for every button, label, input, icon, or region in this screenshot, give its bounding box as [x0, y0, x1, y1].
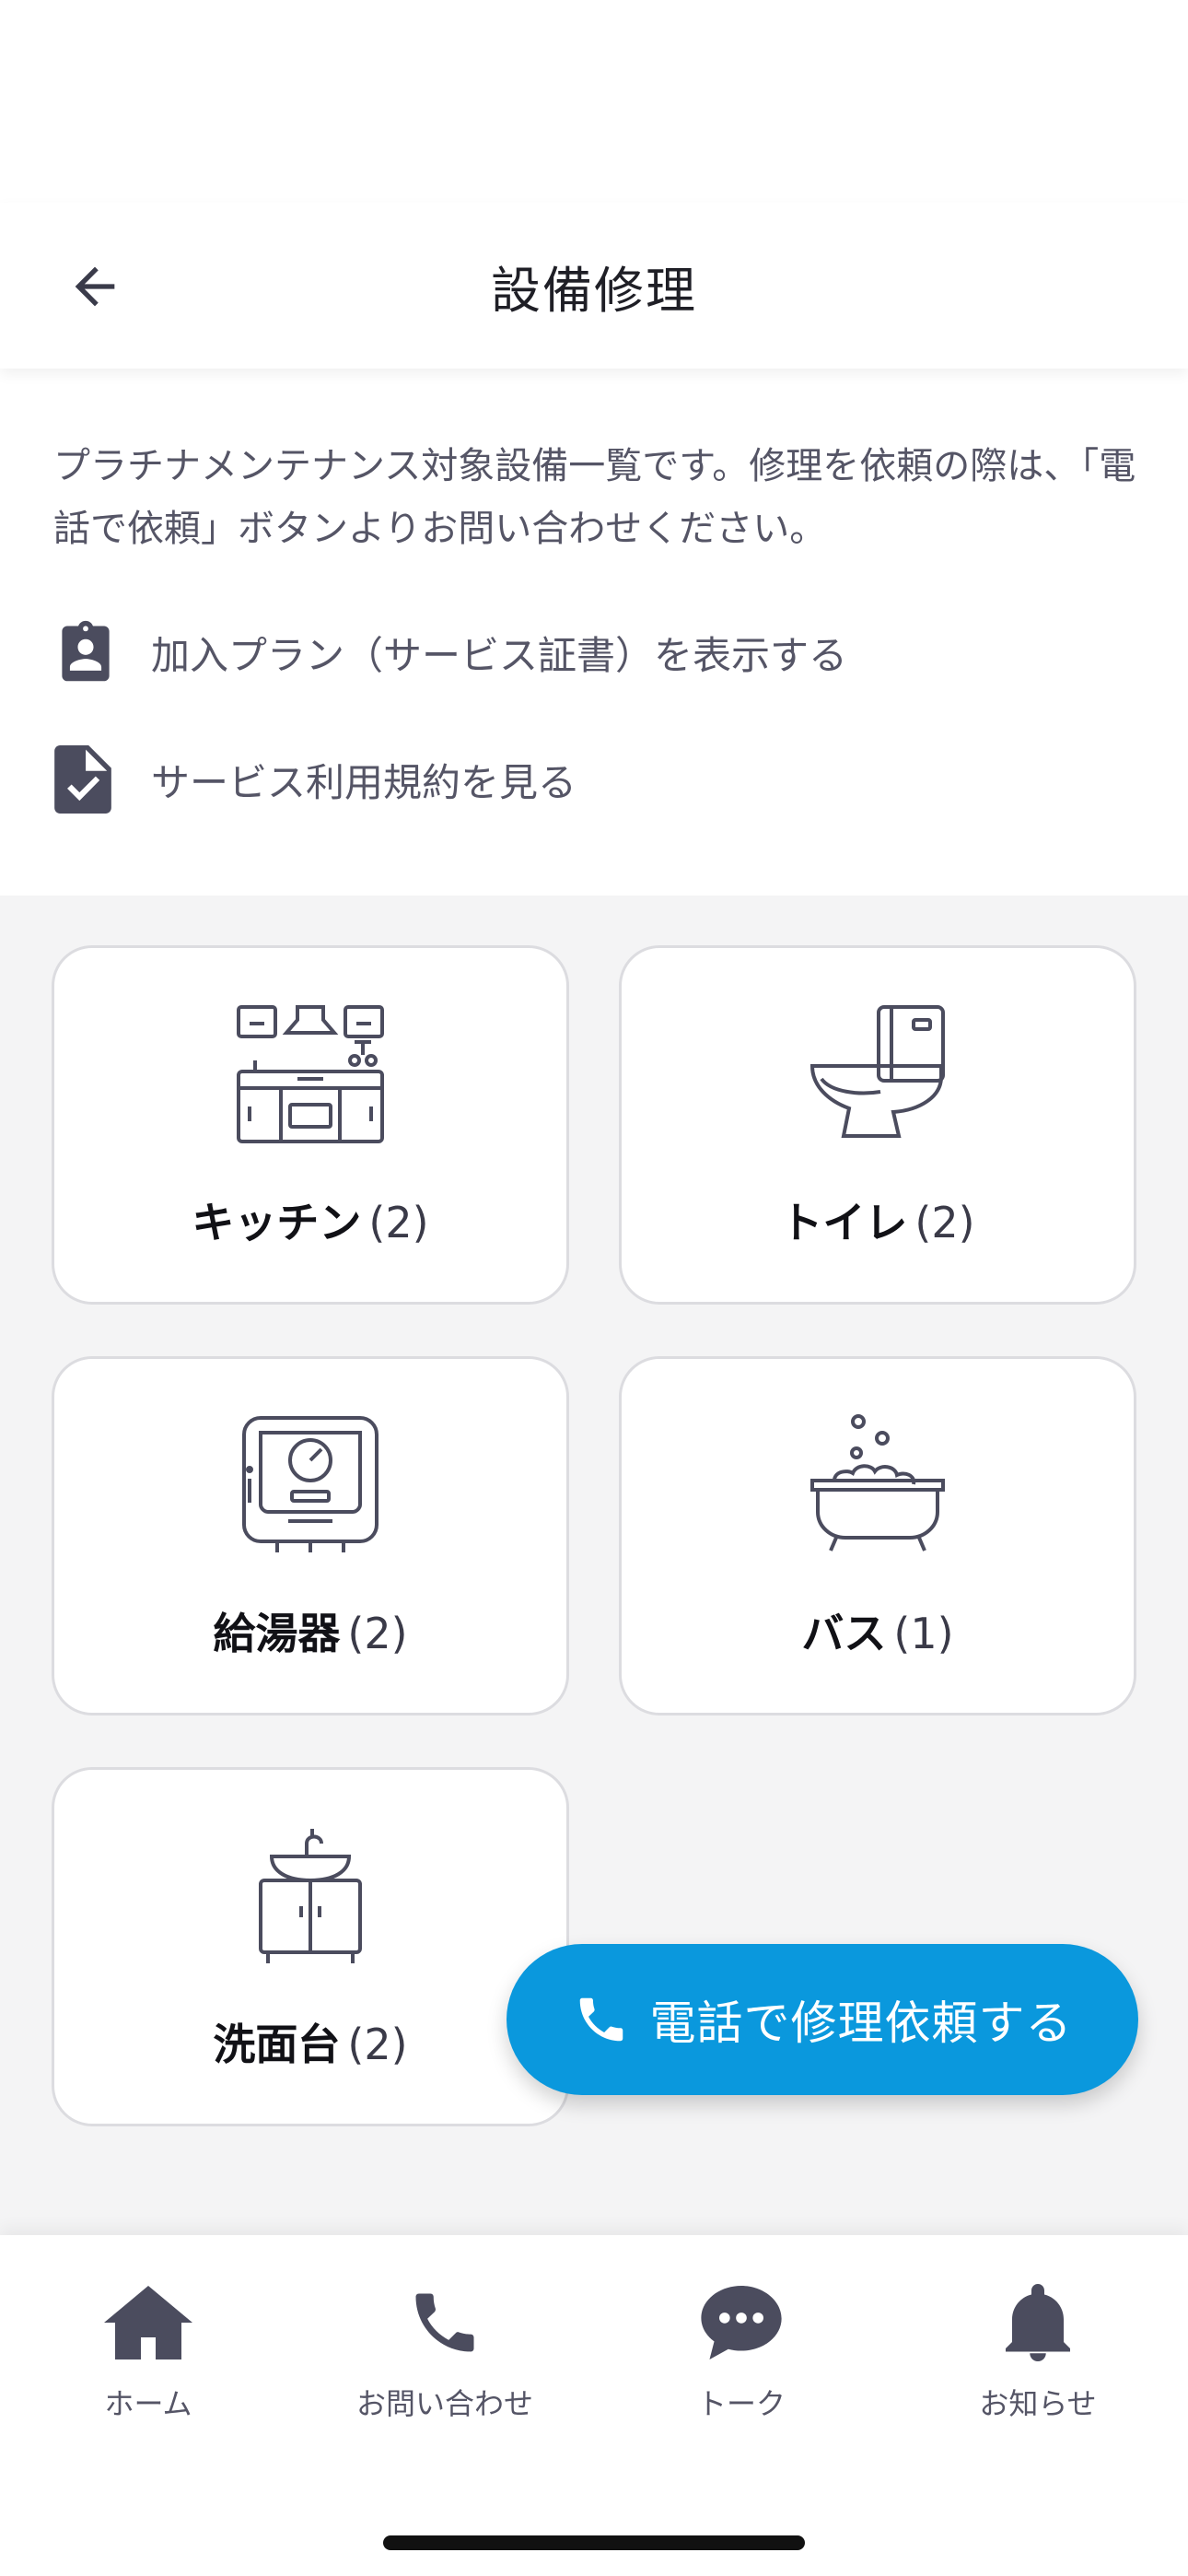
app-header: 設備修理: [0, 203, 1188, 369]
back-button[interactable]: [44, 236, 146, 337]
status-bar: [0, 0, 1188, 203]
nav-item-notifications[interactable]: お知らせ: [890, 2281, 1186, 2429]
bottom-nav: ホーム お問い合わせ トーク お知らせ: [0, 2235, 1188, 2576]
page: 設備修理 プラチナメンテナンス対象設備一覧です。修理を依頼の際は、「電話で依頼」…: [0, 0, 1188, 2576]
nav-item-home[interactable]: ホーム: [0, 2281, 297, 2429]
page-title: 設備修理: [491, 261, 697, 320]
washbasin-icon: [259, 1829, 362, 1963]
terms-link[interactable]: サービス利用規約を見る: [53, 743, 1135, 816]
phone-icon: [415, 2293, 474, 2352]
clipboard-account-icon: [62, 620, 110, 682]
plan-link-label: 加入プラン（サービス証書）を表示する: [151, 632, 848, 678]
category-count: (2): [347, 2020, 408, 2069]
category-name: 洗面台: [213, 2020, 341, 2069]
category-name: トイレ: [780, 1198, 908, 1247]
category-card-bath[interactable]: バス (1): [619, 1356, 1136, 1715]
bathtub-icon: [810, 1414, 945, 1551]
category-card-kitchen[interactable]: キッチン (2): [52, 945, 569, 1305]
nav-label: お問い合わせ: [355, 2386, 533, 2421]
info-description: プラチナメンテナンス対象設備一覧です。修理を依頼の際は、「電話で依頼」ボタンより…: [53, 445, 1136, 550]
category-count: (1): [893, 1609, 954, 1658]
category-name: バス: [801, 1609, 887, 1658]
home-indicator: [383, 2535, 805, 2550]
call-repair-button[interactable]: 電話で修理依頼する: [507, 1944, 1138, 2095]
category-count: (2): [347, 1609, 408, 1658]
category-name: 給湯器: [213, 1609, 341, 1658]
category-card-toilet[interactable]: トイレ (2): [619, 945, 1136, 1305]
arrow-left-icon: [75, 266, 115, 307]
call-repair-label: 電話で修理依頼する: [649, 1996, 1073, 2050]
info-section: プラチナメンテナンス対象設備一覧です。修理を依頼の際は、「電話で依頼」ボタンより…: [0, 369, 1188, 896]
category-count: (2): [368, 1198, 429, 1247]
phone-icon: [579, 1997, 623, 2042]
nav-item-talk[interactable]: トーク: [593, 2281, 890, 2429]
nav-label: ホーム: [104, 2386, 192, 2421]
toilet-icon: [809, 1005, 945, 1138]
nav-label: トーク: [696, 2386, 786, 2421]
file-check-icon: [54, 745, 111, 814]
category-name: キッチン: [192, 1198, 362, 1247]
category-card-washbasin[interactable]: 洗面台 (2): [52, 1767, 569, 2126]
bell-icon: [1006, 2284, 1070, 2361]
nav-item-contact[interactable]: お問い合わせ: [297, 2281, 593, 2429]
category-count: (2): [914, 1198, 975, 1247]
kitchen-icon: [237, 1005, 384, 1143]
chat-icon: [701, 2286, 782, 2359]
water-heater-icon: [242, 1416, 379, 1552]
home-icon: [104, 2286, 192, 2359]
nav-label: お知らせ: [979, 2386, 1097, 2421]
terms-link-label: サービス利用規約を見る: [151, 759, 577, 805]
category-card-water-heater[interactable]: 給湯器 (2): [52, 1356, 569, 1715]
plan-link[interactable]: 加入プラン（サービス証書）を表示する: [53, 615, 1135, 689]
